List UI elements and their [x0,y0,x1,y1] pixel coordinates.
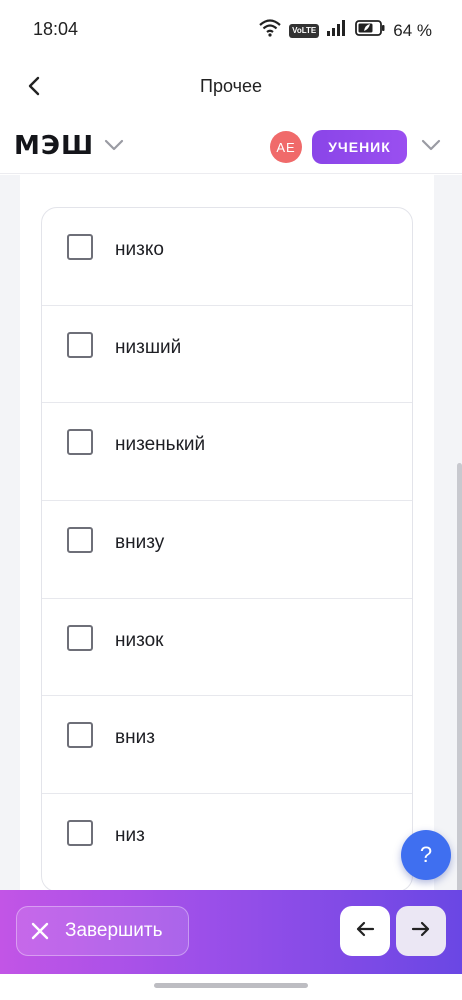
content-area: низко низший низенький внизу низок вниз [0,175,462,890]
option-item[interactable]: внизу [42,501,412,599]
finish-label: Завершить [65,920,163,941]
status-time: 18:04 [33,19,79,39]
role-badge[interactable]: УЧЕНИК [312,130,407,164]
close-icon [29,920,51,942]
option-item[interactable]: низ [42,794,412,890]
option-item[interactable]: низенький [42,403,412,502]
checkbox[interactable] [67,722,93,749]
wifi-icon [259,19,281,42]
checkbox[interactable] [67,624,93,651]
option-item[interactable]: вниз [42,696,412,795]
question-panel: низко низший низенький внизу низок вниз [20,175,434,890]
checkbox[interactable] [67,527,93,554]
scrollbar[interactable] [457,463,462,890]
option-label: низок [115,629,164,651]
checkbox[interactable] [67,331,93,358]
system-nav-area [0,974,462,1000]
option-item[interactable]: низко [42,208,412,306]
brand-logo[interactable]: МЭШ [14,131,94,161]
arrow-left-icon [355,921,375,942]
option-label: низенький [115,434,206,456]
option-label: низко [115,239,164,260]
option-label: внизу [115,532,165,554]
checkbox[interactable] [67,429,93,456]
bottom-action-bar: Завершить [0,890,462,974]
brand-bar: МЭШ АЕ УЧЕНИК [0,118,462,174]
next-button[interactable] [396,906,446,956]
signal-icon [327,20,347,41]
avatar[interactable]: АЕ [270,131,302,163]
checkbox[interactable] [67,820,93,847]
top-nav: Прочее [0,58,462,118]
home-indicator[interactable] [154,983,308,988]
battery-percent: 64 % [393,20,432,40]
chevron-down-icon[interactable] [104,138,124,156]
volte-icon: VoLTE [289,23,320,38]
option-label: низ [115,825,145,847]
page-title: Прочее [200,76,262,96]
option-label: низший [115,336,182,358]
status-icons: VoLTE 64 % [259,19,432,42]
option-item[interactable]: низший [42,306,412,404]
option-item[interactable]: низок [42,599,412,697]
checkbox[interactable] [67,234,93,260]
option-label: вниз [115,727,155,749]
finish-button[interactable]: Завершить [16,906,189,956]
battery-icon [355,20,385,41]
arrow-right-icon [411,921,431,942]
help-button[interactable]: ? [401,830,451,880]
previous-button[interactable] [340,906,390,956]
chevron-down-icon[interactable] [421,138,441,156]
status-bar: 18:04 VoLTE 64 % [0,0,462,58]
options-list: низко низший низенький внизу низок вниз [41,207,413,890]
